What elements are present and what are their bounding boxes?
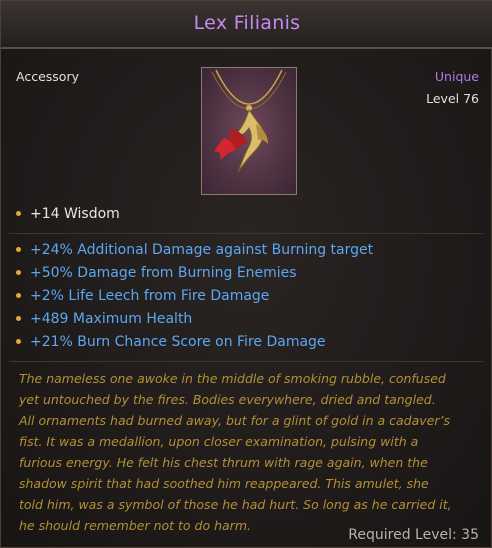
- item-image-frame: [201, 67, 297, 195]
- bullet-icon: [16, 269, 21, 275]
- lore-line: All ornaments had burned away, but for a…: [19, 413, 450, 428]
- lore-line: The nameless one awoke in the middle of …: [19, 371, 446, 386]
- lore-line: fist. It was a medallion, upon closer ex…: [19, 434, 419, 449]
- lore-line: shadow spirit that had soothed him reapp…: [19, 476, 429, 491]
- base-stat: +14 Wisdom: [16, 206, 120, 226]
- lore-line: yet untouched by the fires. Bodies every…: [19, 392, 436, 407]
- required-level: Required Level: 35: [348, 527, 479, 543]
- divider: [9, 361, 483, 362]
- lore-line: furious energy. He felt his chest thrum …: [19, 455, 428, 470]
- lore-text: The nameless one awoke in the middle of …: [19, 368, 485, 536]
- bullet-icon: [16, 315, 21, 321]
- item-rarity: Unique: [434, 69, 479, 84]
- bullet-icon: [16, 246, 21, 252]
- bullet-icon: [16, 210, 21, 216]
- affix-line: +21% Burn Chance Score on Fire Damage: [16, 334, 326, 354]
- bullet-icon: [16, 338, 21, 344]
- bullet-icon: [16, 292, 21, 298]
- item-name: Lex Filianis: [193, 12, 301, 34]
- lore-line: told him, was a symbol of those he had h…: [19, 497, 452, 512]
- affix-line: +24% Additional Damage against Burning t…: [16, 242, 373, 262]
- title-bar: Lex Filianis: [1, 1, 492, 49]
- affix-line: +2% Life Leech from Fire Damage: [16, 288, 269, 308]
- affix-line: +489 Maximum Health: [16, 311, 192, 331]
- affix-line: +50% Damage from Burning Enemies: [16, 265, 297, 285]
- amulet-icon: [211, 69, 287, 173]
- item-type: Accessory: [16, 69, 79, 84]
- item-level: Level 76: [426, 91, 479, 106]
- divider: [9, 233, 483, 234]
- item-tooltip: Lex Filianis Accessory Unique Level 76 +…: [0, 0, 492, 548]
